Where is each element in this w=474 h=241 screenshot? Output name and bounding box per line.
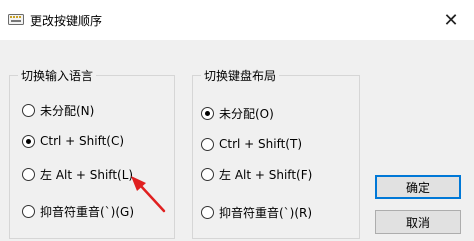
radio-label: 未分配(O) <box>219 107 274 121</box>
keyboard-app-icon <box>8 14 24 25</box>
radio-label: Ctrl + Shift(T) <box>219 137 303 151</box>
close-button[interactable]: ✕ <box>428 0 474 40</box>
close-icon: ✕ <box>443 9 459 31</box>
radio-label: 左 Alt + Shift(F) <box>219 168 313 182</box>
input-language-option-left-alt-shift[interactable]: 左 Alt + Shift(L) <box>22 166 133 183</box>
title-bar: 更改按键顺序 ✕ <box>0 0 474 40</box>
input-language-option-grave-accent[interactable]: 抑音符重音(`)(G) <box>22 203 134 220</box>
radio-button[interactable] <box>22 205 35 218</box>
radio-label: Ctrl + Shift(C) <box>40 134 125 148</box>
radio-label: 抑音符重音(`)(G) <box>40 205 135 219</box>
radio-button[interactable] <box>22 134 35 148</box>
radio-label: 抑音符重音(`)(R) <box>219 206 313 220</box>
input-language-option-unassigned[interactable]: 未分配(N) <box>22 102 94 119</box>
cancel-button[interactable]: 取消 <box>375 210 461 234</box>
keyboard-layout-option-ctrl-shift[interactable]: Ctrl + Shift(T) <box>201 137 302 151</box>
input-language-group-legend: 切换输入语言 <box>18 67 97 84</box>
radio-label: 未分配(N) <box>40 104 95 118</box>
radio-button[interactable] <box>201 107 214 120</box>
keyboard-layout-option-left-alt-shift[interactable]: 左 Alt + Shift(F) <box>201 166 312 183</box>
keyboard-layout-group-legend: 切换键盘布局 <box>201 67 280 84</box>
ok-button[interactable]: 确定 <box>375 175 461 199</box>
radio-button[interactable] <box>201 137 214 151</box>
keyboard-layout-option-unassigned[interactable]: 未分配(O) <box>201 105 274 122</box>
keyboard-layout-option-grave-accent[interactable]: 抑音符重音(`)(R) <box>201 204 312 221</box>
radio-label: 左 Alt + Shift(L) <box>40 168 134 182</box>
input-language-option-ctrl-shift[interactable]: Ctrl + Shift(C) <box>22 134 124 148</box>
radio-button[interactable] <box>22 168 35 181</box>
radio-button[interactable] <box>22 104 35 117</box>
window-title: 更改按键顺序 <box>30 14 103 28</box>
radio-button[interactable] <box>201 206 214 219</box>
radio-button[interactable] <box>201 168 214 181</box>
